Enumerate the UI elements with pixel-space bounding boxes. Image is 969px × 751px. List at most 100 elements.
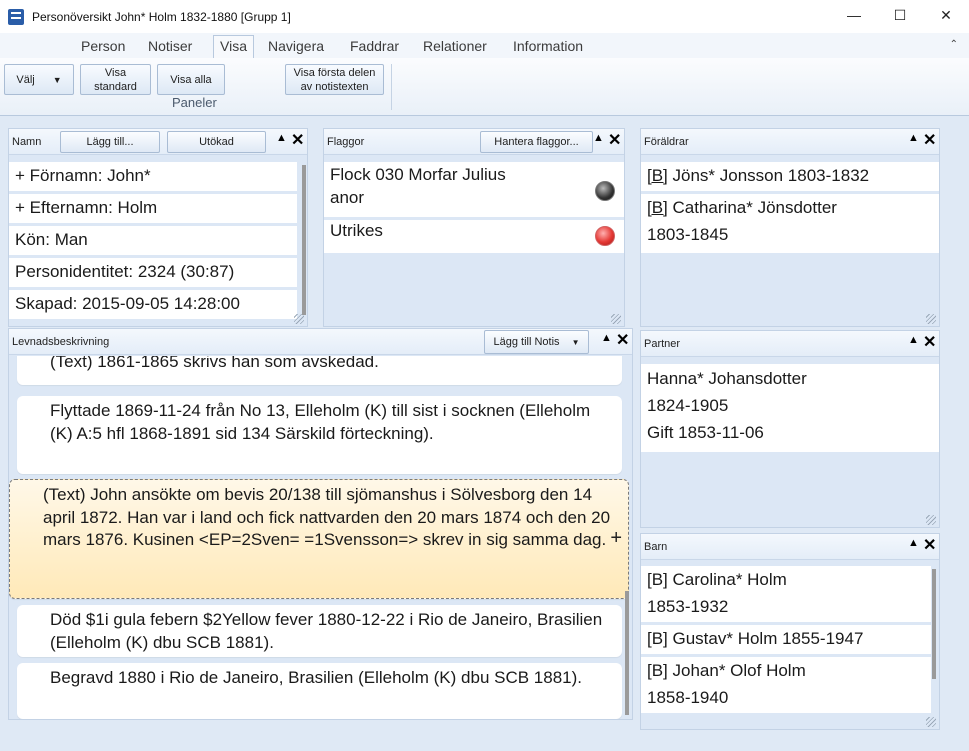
- ribbon-collapse-icon[interactable]: ⌃: [950, 39, 958, 50]
- tab-notiser[interactable]: Notiser: [148, 38, 192, 54]
- note-item[interactable]: Begravd 1880 i Rio de Janeiro, Brasilien…: [17, 663, 622, 719]
- child-item[interactable]: [B] Gustav* Holm 1855-1947: [641, 625, 931, 654]
- levnad-panel-header: Levnadsbeskrivning Lägg till Notis ▼ ▲ ✕: [9, 329, 632, 355]
- visa-forsta-delen-button[interactable]: Visa första delen av notistexten: [285, 64, 384, 95]
- valj-dropdown[interactable]: Välj ▼: [4, 64, 74, 95]
- child-name: [B] Johan* Olof Holm: [647, 661, 806, 680]
- notes-list: (Text) 1861-1865 skrivs han som avskedad…: [9, 356, 632, 719]
- visa-standard-label-2: standard: [94, 80, 137, 93]
- child-name: [B] Carolina* Holm: [647, 570, 787, 589]
- note-item[interactable]: (Text) 1861-1865 skrivs han som avskedad…: [17, 356, 622, 385]
- levnad-panel-title: Levnadsbeskrivning: [12, 336, 110, 348]
- foraldrar-panel-title: Föräldrar: [644, 136, 689, 148]
- tab-relationer[interactable]: Relationer: [423, 38, 487, 54]
- tab-information[interactable]: Information: [513, 38, 583, 54]
- parent-tag[interactable]: [B]: [647, 166, 668, 185]
- ribbon-body: Välj ▼ Visa standard Visa alla Visa förs…: [0, 58, 969, 116]
- move-up-icon[interactable]: ▲: [908, 537, 919, 549]
- barn-panel: Barn ▲ ✕ [B] Carolina* Holm 1853-1932 [B…: [640, 533, 940, 730]
- namn-panel: Namn Lägg till... Utökad ▲ ✕ + Förnamn: …: [8, 128, 308, 327]
- resize-grip[interactable]: [926, 717, 936, 727]
- child-years: 1853-1932: [647, 597, 729, 616]
- extended-button[interactable]: Utökad: [167, 131, 266, 153]
- flag-item[interactable]: Flock 030 Morfar Julius anor: [324, 162, 624, 217]
- note-item[interactable]: Död $1i gula febern $2Yellow fever 1880-…: [17, 605, 622, 657]
- partner-panel: Partner ▲ ✕ Hanna* Johansdotter 1824-190…: [640, 330, 940, 528]
- child-item[interactable]: [B] Johan* Olof Holm 1858-1940: [641, 657, 931, 713]
- levnad-panel: Levnadsbeskrivning Lägg till Notis ▼ ▲ ✕…: [8, 328, 633, 720]
- resize-grip[interactable]: [926, 515, 936, 525]
- ribbon-group-label: Paneler: [172, 95, 217, 110]
- partner-name: Hanna* Johansdotter: [647, 369, 807, 388]
- tab-navigera[interactable]: Navigera: [268, 38, 324, 54]
- namn-row-text: Skapad: 2015-09-05 14:28:00: [15, 294, 240, 313]
- title-bar: Personöversikt John* Holm 1832-1880 [Gru…: [0, 0, 969, 33]
- resize-grip[interactable]: [926, 314, 936, 324]
- note-item[interactable]: Flyttade 1869-11-24 från No 13, Elleholm…: [17, 396, 622, 474]
- namn-scrollbar[interactable]: [302, 165, 306, 315]
- namn-row-personidentitet[interactable]: Personidentitet: 2324 (30:87): [9, 258, 297, 287]
- namn-panel-header: Namn Lägg till... Utökad ▲ ✕: [9, 129, 307, 155]
- move-up-icon[interactable]: ▲: [908, 334, 919, 346]
- close-panel-icon[interactable]: ✕: [923, 535, 936, 555]
- expand-icon[interactable]: +: [15, 166, 25, 185]
- manage-flags-button[interactable]: Hantera flaggor...: [480, 131, 593, 153]
- parent-item[interactable]: [B] Jöns* Jonsson 1803-1832: [641, 162, 939, 191]
- add-icon[interactable]: +: [610, 527, 622, 550]
- close-panel-icon[interactable]: ✕: [291, 130, 304, 150]
- child-years: 1858-1940: [647, 688, 729, 707]
- add-note-dropdown[interactable]: Lägg till Notis ▼: [484, 330, 589, 354]
- partner-item[interactable]: Hanna* Johansdotter 1824-1905 Gift 1853-…: [641, 364, 939, 452]
- visa-alla-button[interactable]: Visa alla: [157, 64, 225, 95]
- barn-scrollbar[interactable]: [932, 569, 936, 679]
- close-panel-icon[interactable]: ✕: [608, 130, 621, 150]
- maximize-button[interactable]: ☐: [877, 0, 923, 30]
- flag-item-line1: Flock 030 Morfar Julius: [330, 165, 506, 184]
- tab-person[interactable]: Person: [81, 38, 125, 54]
- note-item-selected[interactable]: (Text) John ansökte om bevis 20/138 till…: [9, 479, 629, 599]
- namn-row-text: Förnamn: John*: [29, 166, 151, 185]
- move-up-icon[interactable]: ▲: [908, 132, 919, 144]
- flaggor-panel-header: Flaggor Hantera flaggor... ▲ ✕: [324, 129, 624, 155]
- flag-item[interactable]: Utrikes: [324, 220, 624, 253]
- expand-icon[interactable]: +: [15, 198, 25, 217]
- namn-row-efternamn[interactable]: + Efternamn: Holm: [9, 194, 297, 223]
- tab-faddrar[interactable]: Faddrar: [350, 38, 399, 54]
- namn-row-skapad[interactable]: Skapad: 2015-09-05 14:28:00: [9, 290, 297, 319]
- visa-standard-button[interactable]: Visa standard: [80, 64, 151, 95]
- foraldrar-panel-header: Föräldrar ▲ ✕: [641, 129, 939, 155]
- flaggor-panel-title: Flaggor: [327, 136, 365, 148]
- ribbon-tabs: Person Notiser Visa Navigera Faddrar Rel…: [0, 33, 969, 59]
- resize-grip[interactable]: [611, 314, 621, 324]
- ribbon-separator: [391, 64, 392, 110]
- close-window-button[interactable]: ✕: [923, 0, 969, 30]
- add-name-button[interactable]: Lägg till...: [60, 131, 160, 153]
- parent-item[interactable]: [B] Catharina* Jönsdotter 1803-1845: [641, 194, 939, 253]
- move-up-icon[interactable]: ▲: [601, 332, 612, 344]
- parent-years: 1803-1845: [647, 225, 729, 244]
- flag-status-grey-icon: [595, 181, 615, 201]
- close-panel-icon[interactable]: ✕: [616, 330, 629, 350]
- close-panel-icon[interactable]: ✕: [923, 332, 936, 352]
- add-note-label: Lägg till Notis: [493, 336, 560, 348]
- namn-row-fornamn[interactable]: + Förnamn: John*: [9, 162, 297, 191]
- child-item[interactable]: [B] Carolina* Holm 1853-1932: [641, 566, 931, 622]
- note-text: (Text) John ansökte om bevis 20/138 till…: [43, 485, 611, 549]
- parent-name: Catharina* Jönsdotter: [667, 198, 837, 217]
- tab-visa[interactable]: Visa: [213, 35, 254, 59]
- move-up-icon[interactable]: ▲: [593, 132, 604, 144]
- levnad-scrollbar[interactable]: [625, 591, 629, 715]
- namn-panel-title: Namn: [12, 136, 42, 148]
- move-up-icon[interactable]: ▲: [276, 132, 287, 144]
- close-panel-icon[interactable]: ✕: [923, 130, 936, 150]
- chevron-down-icon: ▼: [571, 337, 580, 347]
- parent-tag[interactable]: [B]: [647, 198, 668, 217]
- namn-row-kon[interactable]: Kön: Man: [9, 226, 297, 255]
- partner-panel-title: Partner: [644, 338, 681, 350]
- barn-panel-header: Barn ▲ ✕: [641, 534, 939, 560]
- parent-name: Jöns* Jonsson 1803-1832: [667, 166, 870, 185]
- namn-row-text: Personidentitet: 2324 (30:87): [15, 262, 235, 281]
- minimize-button[interactable]: —: [831, 0, 877, 30]
- resize-grip[interactable]: [294, 314, 304, 324]
- partner-married: Gift 1853-11-06: [647, 423, 764, 442]
